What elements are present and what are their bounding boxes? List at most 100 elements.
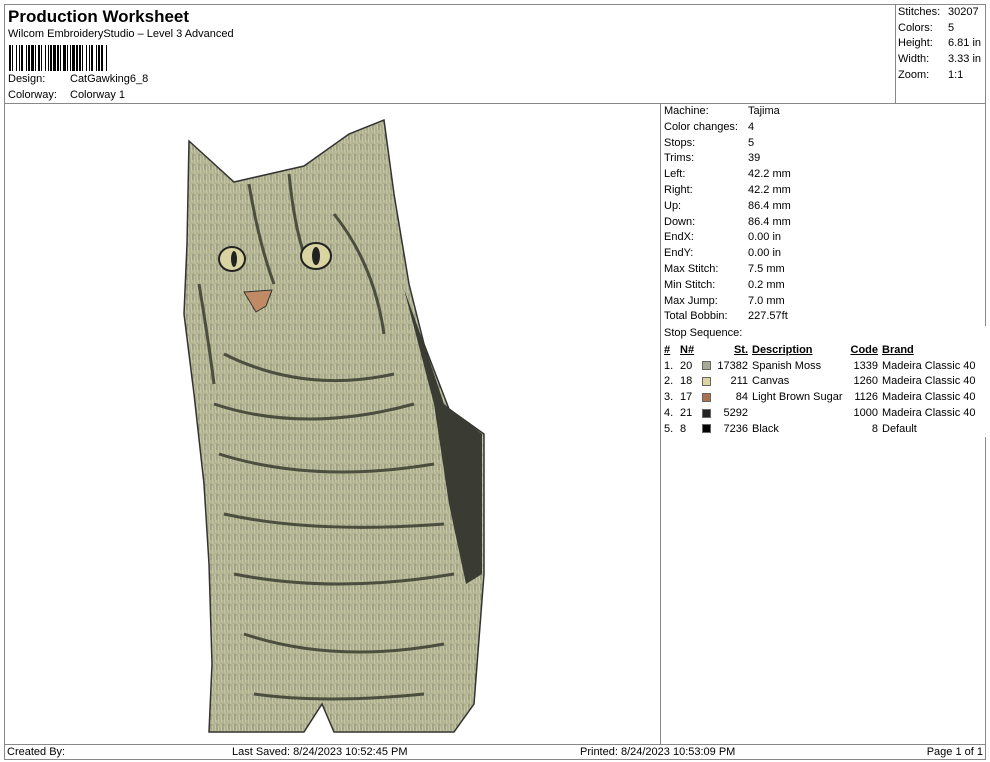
stop-num: 4.: [664, 407, 674, 420]
color-swatch-cell: [702, 421, 714, 437]
info-value: 7.0 mm: [748, 294, 785, 307]
info-value: 86.4 mm: [748, 215, 791, 228]
stop-num: 5.: [664, 422, 674, 435]
info-label: Total Bobbin:: [664, 310, 728, 323]
info-label: Color changes:: [664, 120, 738, 133]
barcode: [9, 45, 199, 71]
table-header: # N# St. Description Code Brand: [664, 342, 976, 358]
stats-box: Stitches: 30207 Colors: 5 Height: 6.81 in W…: [895, 4, 986, 104]
info-row: Color changes: 4: [664, 120, 986, 136]
software-name: Wilcom EmbroideryStudio – Level 3 Advanc…: [8, 28, 234, 40]
stitch-count: 17382: [717, 359, 748, 372]
info-row: EndY: 0.00 in: [664, 246, 986, 262]
info-label: Stops:: [664, 136, 696, 149]
brand: Default: [882, 422, 917, 435]
colorway-label: Colorway:: [8, 89, 57, 101]
description: Light Brown Sugar: [752, 391, 843, 404]
design-label: Design:: [8, 73, 46, 85]
stop-num: 1.: [664, 359, 674, 372]
colorway-value: Colorway 1: [70, 89, 126, 101]
info-value: 0.00 in: [748, 231, 782, 244]
brand: Madeira Classic 40: [882, 375, 976, 388]
info-value: 5: [748, 136, 755, 149]
info-value: 0.2 mm: [748, 278, 785, 291]
design-value: CatGawking6_8: [70, 73, 149, 85]
table-row: 5. 8 7236 Black 8 Default: [664, 421, 976, 437]
info-label: Machine:: [664, 105, 709, 117]
info-row: Right: 42.2 mm: [664, 183, 986, 199]
col-description: Description: [752, 343, 813, 356]
info-label: Left:: [664, 168, 686, 181]
stop-sequence-table: # N# St. Description Code Brand 1. 20 17…: [664, 342, 976, 437]
stat-row: Width: 3.33 in: [898, 52, 986, 68]
col-swatch: [702, 342, 714, 358]
info-label: EndY:: [664, 247, 694, 260]
description: Spanish Moss: [752, 359, 822, 372]
stat-label: Width:: [898, 53, 930, 66]
page-title: Production Worksheet: [8, 7, 190, 26]
code: 1126: [854, 391, 878, 404]
col-stitches: St.: [733, 343, 748, 356]
code: 1260: [853, 375, 878, 388]
info-label: Right:: [664, 183, 693, 196]
needle: 21: [680, 407, 693, 420]
needle: 20: [680, 359, 693, 372]
info-value: 4: [748, 120, 755, 133]
col-needle: N#: [680, 343, 695, 356]
info-value: 86.4 mm: [748, 199, 791, 212]
printed-date: Printed: 8/24/2023 10:53:09 PM: [580, 746, 736, 758]
info-label: Down:: [664, 215, 696, 228]
stitch-count: 84: [735, 391, 748, 404]
brand: Madeira Classic 40: [882, 407, 976, 420]
created-by: Created By:: [7, 746, 66, 758]
info-label: Up:: [664, 199, 682, 212]
info-value: 39: [748, 152, 761, 165]
info-row: Trims: 39: [664, 151, 986, 167]
description: [748, 405, 850, 421]
table-row: 2. 18 211 Canvas 1260 Madeira Classic 40: [664, 374, 976, 390]
stat-label: Zoom:: [898, 68, 930, 81]
stop-sequence-title: Stop Sequence:: [664, 327, 743, 339]
color-swatch: [702, 424, 711, 434]
info-row: Machine: Tajima: [664, 104, 986, 120]
table-row: 4. 21 5292 1000 Madeira Classic 40: [664, 405, 976, 421]
colorway-row: Colorway: Colorway 1: [8, 89, 125, 101]
code: 1339: [853, 359, 878, 372]
cat-embroidery-image: [183, 118, 485, 733]
needle: 8: [680, 422, 687, 435]
color-swatch-cell: [702, 358, 714, 374]
description: Canvas: [752, 375, 790, 388]
page-number: Page 1 of 1: [926, 746, 983, 758]
col-brand: Brand: [882, 343, 914, 356]
info-row: Max Jump: 7.0 mm: [664, 294, 986, 310]
info-value: Tajima: [748, 105, 780, 117]
stat-value: 30207: [948, 6, 979, 18]
color-swatch-cell: [702, 405, 714, 421]
info-row: Left: 42.2 mm: [664, 167, 986, 183]
design-preview: [4, 104, 661, 744]
table-row: 3. 17 84 Light Brown Sugar 1126 Madeira …: [664, 389, 976, 405]
stat-value: 6.81 in: [948, 37, 982, 50]
stop-num: 3.: [664, 391, 674, 404]
color-swatch: [702, 361, 711, 371]
info-value: 0.00 in: [748, 247, 782, 260]
stat-label: Stitches:: [898, 6, 941, 18]
worksheet-footer: Created By: Last Saved: 8/24/2023 10:52:…: [4, 744, 986, 760]
stat-value: 3.33 in: [948, 53, 982, 66]
stitch-count: 211: [730, 375, 748, 388]
brand: Madeira Classic 40: [882, 391, 976, 404]
last-saved: Last Saved: 8/24/2023 10:52:45 PM: [232, 746, 408, 758]
color-swatch-cell: [702, 374, 714, 390]
stitch-count: 7236: [723, 422, 748, 435]
code: 1000: [853, 407, 878, 420]
info-value: 227.57ft: [748, 310, 788, 323]
stat-value: 5: [948, 21, 955, 34]
info-value: 42.2 mm: [748, 183, 791, 196]
color-swatch-cell: [702, 389, 714, 405]
color-swatch: [702, 408, 711, 418]
code: 8: [871, 422, 878, 435]
stat-row: Stitches: 30207: [898, 5, 986, 21]
info-row: EndX: 0.00 in: [664, 230, 986, 246]
stop-num: 2.: [664, 375, 674, 388]
info-value: 42.2 mm: [748, 168, 791, 181]
